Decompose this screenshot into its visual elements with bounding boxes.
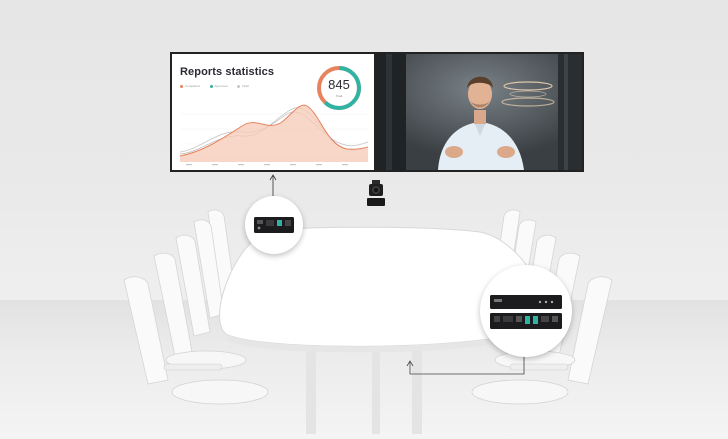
conference-room-scene: Reports statistics Completed Approved Dr… — [0, 0, 728, 439]
switcher-callout — [480, 265, 572, 357]
table-and-chairs — [123, 209, 613, 434]
switcher-device-icon — [490, 295, 562, 329]
video-extender-device-icon — [254, 217, 294, 233]
extender-callout — [245, 196, 303, 254]
